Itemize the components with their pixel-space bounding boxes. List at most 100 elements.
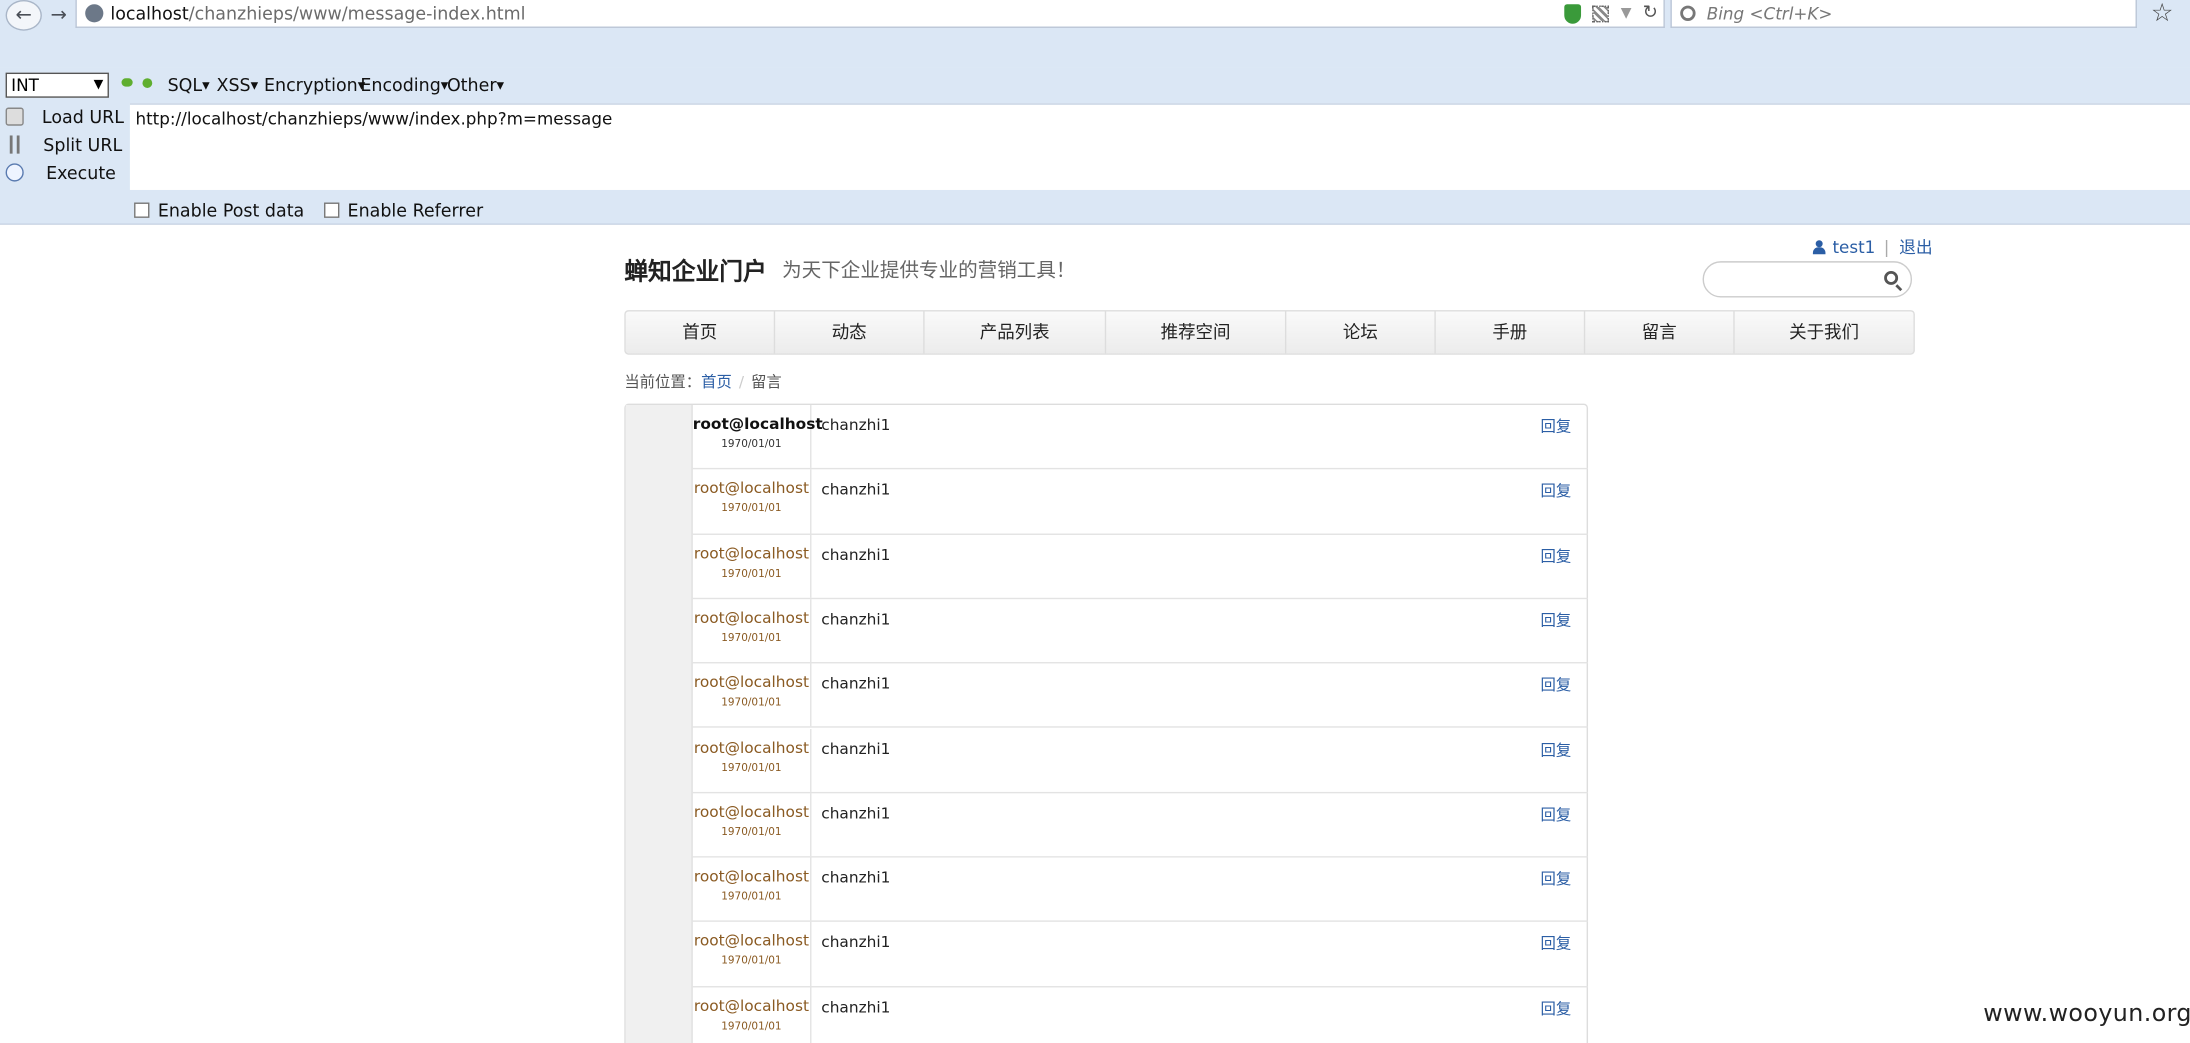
play-icon — [5, 163, 24, 182]
message-author[interactable]: root@localhost — [693, 803, 810, 821]
nav-item-message[interactable]: 留言 — [1585, 311, 1735, 354]
reply-link[interactable]: 回复 — [1541, 997, 1572, 1019]
message-author[interactable]: root@localhost — [693, 609, 810, 627]
nav-item-recommend[interactable]: 推荐空间 — [1106, 311, 1287, 354]
watermark: www.wooyun.org — [1983, 1000, 2190, 1028]
message-content: chanzhi1 — [821, 804, 891, 823]
nav-item-forum[interactable]: 论坛 — [1286, 311, 1436, 354]
message-author-cell: root@localhost 1970/01/01 — [693, 469, 812, 533]
reply-link[interactable]: 回复 — [1541, 479, 1572, 501]
browser-search-input[interactable]: Bing <Ctrl+K> — [1670, 0, 2137, 28]
dropdown-icon[interactable]: ▼ — [1621, 6, 1632, 21]
plus-icon[interactable] — [142, 78, 153, 88]
message-date: 1970/01/01 — [721, 566, 782, 580]
site-logo[interactable]: 蝉知企业门户 — [624, 251, 766, 286]
reply-link[interactable]: 回复 — [1541, 673, 1572, 695]
message-author[interactable]: root@localhost — [693, 479, 810, 497]
enable-post-label: Enable Post data — [157, 199, 305, 221]
back-button[interactable]: ← — [5, 0, 42, 31]
search-icon — [1680, 5, 1696, 21]
search-icon[interactable] — [1884, 270, 1899, 285]
message-content: chanzhi1 — [821, 933, 891, 952]
reply-link[interactable]: 回复 — [1541, 803, 1572, 825]
breadcrumb: 当前位置：首页 / 留言 — [624, 370, 781, 392]
message-date: 1970/01/01 — [721, 889, 782, 903]
execute-button[interactable]: Execute — [0, 159, 126, 187]
execute-label: Execute — [46, 162, 116, 183]
site-slogan: 为天下企业提供专业的营销工具！ — [782, 259, 1076, 283]
message-date: 1970/01/01 — [721, 825, 782, 838]
message-author-cell: root@localhost 1970/01/01 — [693, 793, 812, 857]
enable-post-checkbox[interactable]: Enable Post data — [134, 200, 304, 221]
message-author[interactable]: root@localhost — [693, 544, 810, 562]
site-search-input[interactable] — [1702, 261, 1913, 298]
message-date: 1970/01/01 — [721, 501, 782, 515]
nav-item-dynamics[interactable]: 动态 — [775, 311, 925, 354]
nav-item-products[interactable]: 产品列表 — [925, 311, 1107, 354]
nav-item-manual[interactable]: 手册 — [1436, 311, 1586, 354]
breadcrumb-separator: / — [738, 372, 745, 392]
message-content: chanzhi1 — [821, 868, 891, 888]
enable-referrer-checkbox[interactable]: Enable Referrer — [323, 200, 483, 221]
reply-link[interactable]: 回复 — [1541, 415, 1572, 437]
shield-icon[interactable] — [1564, 3, 1582, 24]
xss-menu[interactable]: XSS▼ — [216, 74, 258, 95]
reply-link[interactable]: 回复 — [1541, 609, 1572, 631]
hackbar-actions: Load URL Split URL Execute — [0, 103, 126, 187]
main-nav: 首页 动态 产品列表 推荐空间 论坛 手册 留言 关于我们 — [624, 310, 1915, 355]
load-url-button[interactable]: Load URL — [0, 103, 126, 131]
back-arrow-icon: ← — [15, 4, 32, 27]
message-row: root@localhost 1970/01/01 chanzhi1 回复 — [692, 857, 1589, 923]
message-author[interactable]: root@localhost — [693, 932, 810, 950]
message-date: 1970/01/01 — [721, 760, 782, 774]
message-row: root@localhost 1970/01/01 chanzhi1 回复 — [692, 599, 1589, 664]
reply-link[interactable]: 回复 — [1541, 544, 1572, 566]
user-area: test1 | 退出 — [1812, 235, 1933, 259]
globe-icon — [85, 4, 104, 23]
message-author[interactable]: root@localhost — [693, 415, 823, 433]
separator: | — [1883, 236, 1890, 257]
browser-toolbar: ← → localhost/chanzhieps/www/message-ind… — [0, 0, 2190, 68]
breadcrumb-current: 留言 — [751, 372, 782, 392]
message-row: root@localhost 1970/01/01 chanzhi1 回复 — [692, 663, 1589, 729]
split-url-button[interactable]: Split URL — [0, 131, 126, 159]
message-author[interactable]: root@localhost — [693, 738, 810, 756]
sql-menu-label: SQL — [167, 74, 203, 95]
encryption-menu[interactable]: Encryption▼ — [264, 74, 365, 95]
bookmark-star-icon[interactable]: ☆ — [2151, 0, 2174, 28]
logout-link[interactable]: 退出 — [1899, 235, 1933, 259]
search-placeholder: Bing <Ctrl+K> — [1706, 3, 1833, 24]
address-bar[interactable]: localhost/chanzhieps/www/message-index.h… — [75, 0, 1665, 28]
reply-link[interactable]: 回复 — [1541, 738, 1572, 760]
other-menu[interactable]: Other▼ — [447, 74, 504, 95]
message-row: root@localhost 1970/01/01 chanzhi1 回复 — [692, 793, 1589, 858]
chevron-down-icon: ▼ — [93, 78, 104, 93]
message-content: chanzhi1 — [821, 998, 891, 1017]
message-author[interactable]: root@localhost — [693, 673, 810, 691]
minus-icon[interactable] — [121, 78, 133, 87]
message-content: chanzhi1 — [821, 545, 891, 564]
split-url-label: Split URL — [43, 134, 123, 156]
reload-icon[interactable]: ↻ — [1643, 3, 1658, 24]
user-name-link[interactable]: test1 — [1832, 237, 1875, 257]
hackbar-url-textarea[interactable]: http://localhost/chanzhieps/www/index.ph… — [129, 103, 2190, 190]
other-menu-label: Other — [446, 74, 497, 95]
message-content: chanzhi1 — [821, 416, 891, 435]
message-row: root@localhost 1970/01/01 chanzhi1 回复 — [692, 534, 1589, 600]
qr-code-icon[interactable] — [1592, 4, 1610, 22]
message-author[interactable]: root@localhost — [693, 867, 810, 885]
sql-menu[interactable]: SQL▼ — [168, 74, 210, 95]
nav-item-about[interactable]: 关于我们 — [1735, 311, 1914, 353]
reply-link[interactable]: 回复 — [1541, 867, 1572, 889]
reply-link[interactable]: 回复 — [1541, 932, 1572, 954]
breadcrumb-home[interactable]: 首页 — [701, 373, 732, 391]
forward-button[interactable]: → — [45, 0, 73, 31]
hackbar-url-value: http://localhost/chanzhieps/www/index.ph… — [135, 108, 613, 129]
type-select[interactable]: INT ▼ — [5, 72, 109, 98]
message-row: root@localhost 1970/01/01 chanzhi1 回复 — [693, 987, 1588, 1043]
encoding-menu[interactable]: Encoding▼ — [360, 74, 448, 95]
hackbar-panel: INT ▼ SQL▼ XSS▼ Encryption▼ Encoding▼ Ot… — [0, 67, 2190, 225]
message-list-sidebar — [625, 405, 693, 1043]
message-author[interactable]: root@localhost — [693, 997, 810, 1015]
nav-item-home[interactable]: 首页 — [626, 311, 776, 354]
